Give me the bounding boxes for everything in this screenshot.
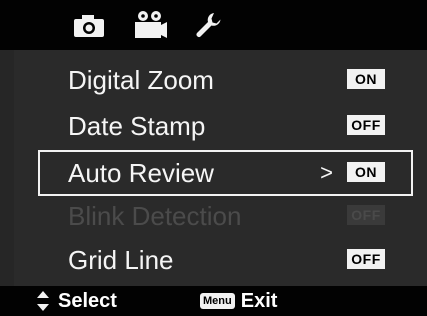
- up-down-arrow-icon: [37, 291, 49, 311]
- tab-camera[interactable]: [70, 6, 108, 44]
- menu-item-label: Date Stamp: [68, 111, 206, 141]
- menu-button-icon: Menu: [200, 293, 235, 309]
- tab-setup[interactable]: [190, 6, 226, 44]
- camera-menu-screen: Digital Zoom ON Date Stamp OFF Auto Revi…: [0, 0, 427, 316]
- wrench-icon: [194, 11, 222, 39]
- panel-edge: [0, 50, 14, 286]
- value-badge: OFF: [347, 115, 385, 135]
- select-hint: Select: [36, 286, 117, 316]
- menu-item-label: Digital Zoom: [68, 65, 214, 95]
- camera-icon: [72, 12, 106, 38]
- button-hint-bar: Select Menu Exit: [0, 286, 427, 316]
- select-hint-label: Select: [58, 289, 117, 312]
- menu-item-label: Auto Review: [68, 158, 214, 188]
- value-badge: ON: [347, 162, 385, 182]
- submenu-arrow-icon: >: [320, 160, 333, 185]
- settings-menu-panel: Digital Zoom ON Date Stamp OFF Auto Revi…: [0, 50, 427, 286]
- tab-movie[interactable]: [130, 6, 170, 44]
- menu-tab-bar: [0, 0, 427, 50]
- menu-item-date-stamp[interactable]: Date Stamp OFF: [38, 102, 413, 150]
- value-badge: OFF: [347, 205, 385, 225]
- menu-item-label: Grid Line: [68, 245, 174, 275]
- value-badge: ON: [347, 69, 385, 89]
- exit-hint: Menu Exit: [200, 286, 277, 316]
- exit-hint-label: Exit: [240, 289, 278, 312]
- movie-camera-icon: [132, 10, 168, 40]
- value-badge: OFF: [347, 249, 385, 269]
- menu-item-auto-review[interactable]: Auto Review > ON: [38, 150, 413, 196]
- menu-item-digital-zoom[interactable]: Digital Zoom ON: [38, 56, 413, 104]
- menu-item-blink-detection: Blink Detection OFF: [38, 192, 413, 240]
- menu-item-grid-line[interactable]: Grid Line OFF: [38, 236, 413, 284]
- menu-item-label: Blink Detection: [68, 201, 242, 231]
